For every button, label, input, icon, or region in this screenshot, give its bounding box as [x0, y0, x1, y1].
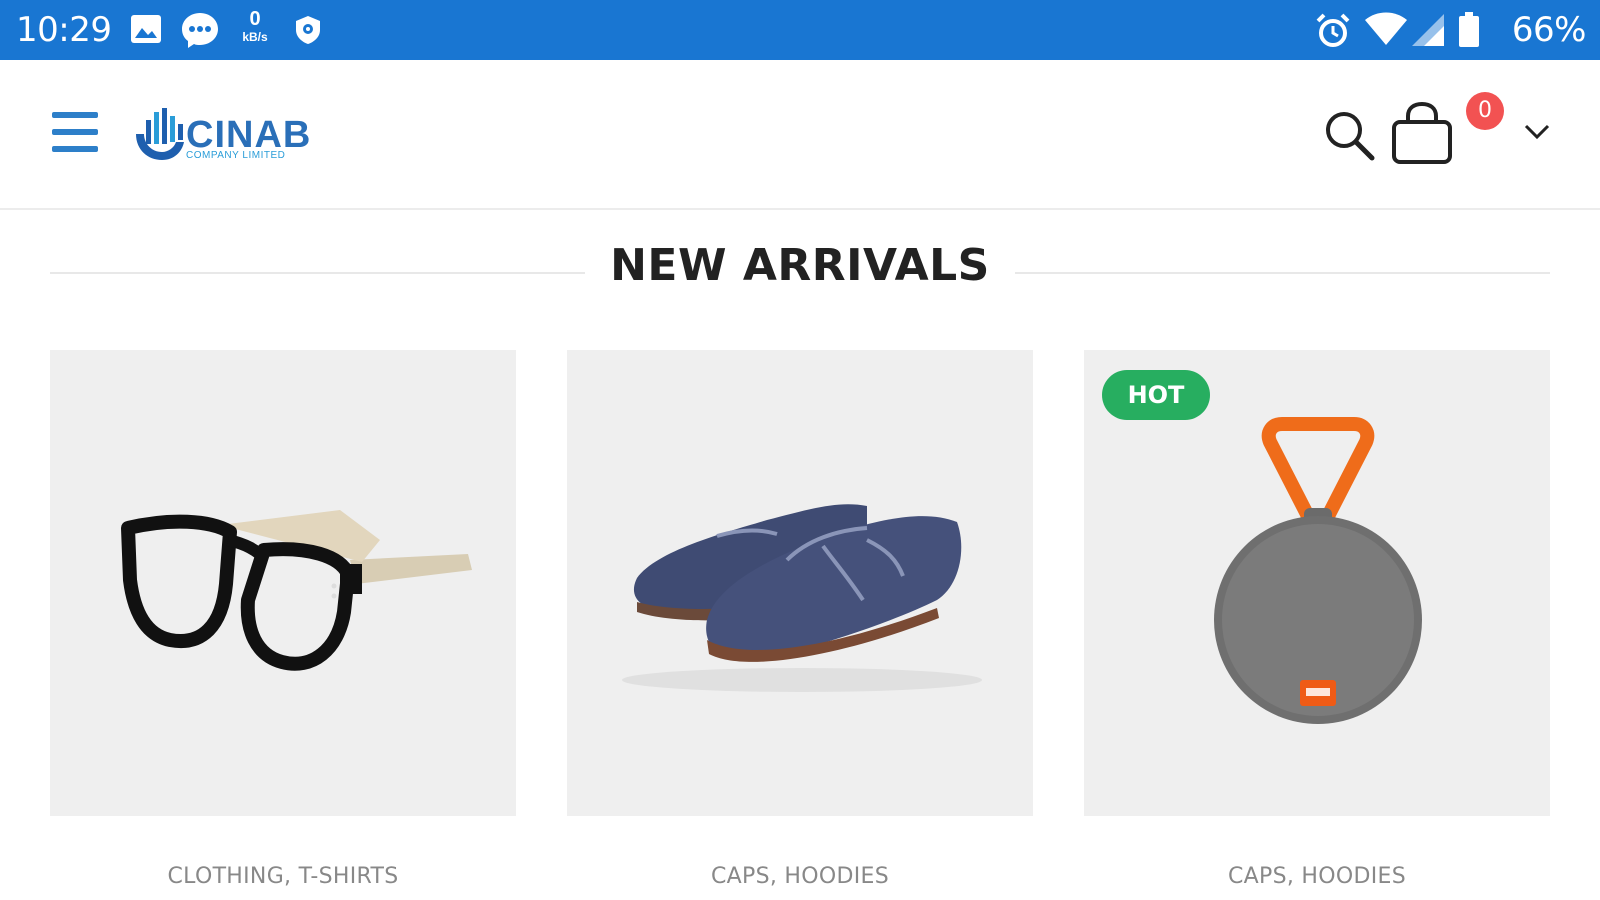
network-speed-icon: 0 kB/s: [238, 8, 272, 44]
product-image[interactable]: [567, 350, 1033, 816]
menu-icon[interactable]: [52, 112, 98, 154]
status-time: 10:29: [16, 10, 112, 50]
chevron-down-icon[interactable]: [1522, 122, 1552, 146]
status-bar: 10:29 0 kB/s 66%: [0, 0, 1600, 60]
product-category[interactable]: CAPS, HOODIES: [1084, 864, 1550, 889]
shoes-image: [622, 504, 982, 692]
product-card[interactable]: HOT CAPS, HOODIES: [1084, 350, 1550, 900]
logo[interactable]: CINAB COMPANY LIMITED: [130, 104, 320, 168]
battery-icon: [1458, 12, 1480, 53]
product-image[interactable]: HOT: [1084, 350, 1550, 816]
shield-icon: [294, 14, 322, 51]
shopping-bag-icon: [1392, 101, 1452, 164]
app-header: CINAB COMPANY LIMITED 0: [0, 60, 1600, 210]
section-title: NEW ARRIVALS: [610, 240, 990, 291]
signal-icon: [1410, 12, 1446, 53]
logo-subtext: COMPANY LIMITED: [186, 150, 286, 161]
product-image[interactable]: [50, 350, 516, 816]
cart-count-badge: 0: [1466, 92, 1504, 130]
product-card[interactable]: CAPS, HOODIES: [567, 350, 1033, 900]
wifi-icon: [1364, 12, 1408, 51]
product-card[interactable]: CLOTHING, T-SHIRTS: [50, 350, 516, 900]
search-icon[interactable]: [1322, 108, 1378, 164]
logo-mark-icon: [136, 108, 184, 160]
eyeglasses-image: [121, 510, 472, 671]
product-category[interactable]: CLOTHING, T-SHIRTS: [50, 864, 516, 889]
battery-percent: 66%: [1511, 10, 1587, 50]
network-speed-unit: kB/s: [242, 30, 268, 44]
hot-badge: HOT: [1102, 370, 1210, 420]
network-speed-value: 0: [249, 8, 261, 30]
messenger-icon: [180, 10, 220, 55]
cart-button[interactable]: 0: [1392, 92, 1510, 170]
product-category[interactable]: CAPS, HOODIES: [567, 864, 1033, 889]
section-header: NEW ARRIVALS: [50, 240, 1550, 300]
image-icon: [130, 14, 162, 49]
alarm-icon: [1314, 12, 1352, 55]
